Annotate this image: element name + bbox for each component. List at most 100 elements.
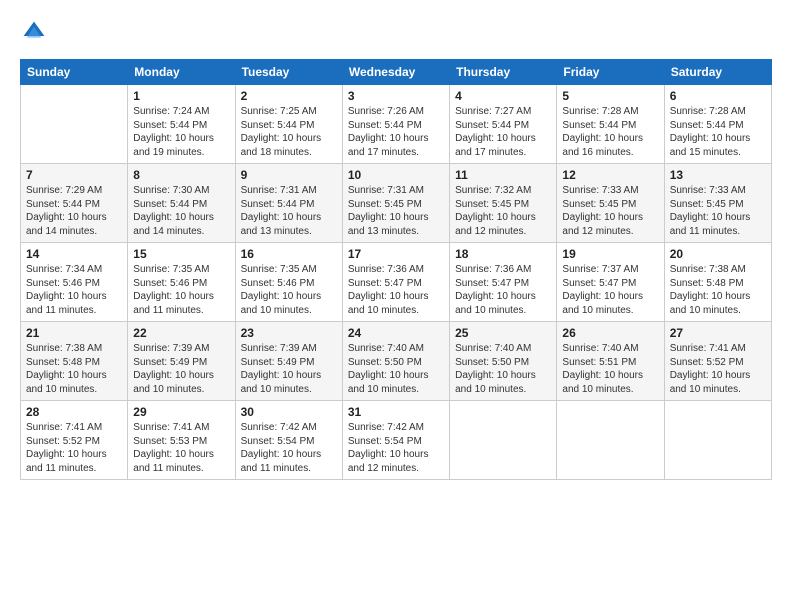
weekday-header-wednesday: Wednesday xyxy=(342,60,449,85)
calendar-cell xyxy=(557,401,664,480)
calendar-cell: 30 Sunrise: 7:42 AMSunset: 5:54 PMDayligh… xyxy=(235,401,342,480)
day-info: Sunrise: 7:33 AMSunset: 5:45 PMDaylight:… xyxy=(562,184,658,238)
weekday-header-monday: Monday xyxy=(128,60,235,85)
day-number: 21 xyxy=(26,326,122,340)
day-info: Sunrise: 7:41 AMSunset: 5:52 PMDaylight:… xyxy=(26,421,122,475)
calendar-cell: 15 Sunrise: 7:35 AMSunset: 5:46 PMDayligh… xyxy=(128,243,235,322)
day-number: 2 xyxy=(241,89,337,103)
day-number: 15 xyxy=(133,247,229,261)
day-info: Sunrise: 7:27 AMSunset: 5:44 PMDaylight:… xyxy=(455,105,551,159)
day-number: 29 xyxy=(133,405,229,419)
day-info: Sunrise: 7:32 AMSunset: 5:45 PMDaylight:… xyxy=(455,184,551,238)
calendar-table: SundayMondayTuesdayWednesdayThursdayFrid… xyxy=(20,59,772,480)
day-info: Sunrise: 7:26 AMSunset: 5:44 PMDaylight:… xyxy=(348,105,444,159)
day-number: 8 xyxy=(133,168,229,182)
day-info: Sunrise: 7:29 AMSunset: 5:44 PMDaylight:… xyxy=(26,184,122,238)
calendar-cell: 20 Sunrise: 7:38 AMSunset: 5:48 PMDayligh… xyxy=(664,243,771,322)
calendar-cell: 5 Sunrise: 7:28 AMSunset: 5:44 PMDaylight… xyxy=(557,85,664,164)
week-row-3: 14 Sunrise: 7:34 AMSunset: 5:46 PMDayligh… xyxy=(21,243,772,322)
calendar-cell: 26 Sunrise: 7:40 AMSunset: 5:51 PMDayligh… xyxy=(557,322,664,401)
calendar-cell: 2 Sunrise: 7:25 AMSunset: 5:44 PMDaylight… xyxy=(235,85,342,164)
day-info: Sunrise: 7:28 AMSunset: 5:44 PMDaylight:… xyxy=(670,105,766,159)
header xyxy=(20,20,772,49)
day-number: 30 xyxy=(241,405,337,419)
calendar-cell: 21Sunrise: 7:38 AMSunset: 5:48 PMDayligh… xyxy=(21,322,128,401)
day-number: 9 xyxy=(241,168,337,182)
week-row-1: 1 Sunrise: 7:24 AMSunset: 5:44 PMDaylight… xyxy=(21,85,772,164)
day-info: Sunrise: 7:36 AMSunset: 5:47 PMDaylight:… xyxy=(455,263,551,317)
day-number: 18 xyxy=(455,247,551,261)
day-number: 10 xyxy=(348,168,444,182)
day-info: Sunrise: 7:38 AMSunset: 5:48 PMDaylight:… xyxy=(670,263,766,317)
day-info: Sunrise: 7:39 AMSunset: 5:49 PMDaylight:… xyxy=(241,342,337,396)
day-info: Sunrise: 7:42 AMSunset: 5:54 PMDaylight:… xyxy=(348,421,444,475)
calendar-cell xyxy=(450,401,557,480)
weekday-header-friday: Friday xyxy=(557,60,664,85)
calendar-cell: 14 Sunrise: 7:34 AMSunset: 5:46 PMDayligh… xyxy=(21,243,128,322)
day-number: 31 xyxy=(348,405,444,419)
day-number: 12 xyxy=(562,168,658,182)
day-number: 20 xyxy=(670,247,766,261)
day-number: 5 xyxy=(562,89,658,103)
day-number: 4 xyxy=(455,89,551,103)
calendar-cell: 28 Sunrise: 7:41 AMSunset: 5:52 PMDayligh… xyxy=(21,401,128,480)
day-info: Sunrise: 7:25 AMSunset: 5:44 PMDaylight:… xyxy=(241,105,337,159)
day-info: Sunrise: 7:30 AMSunset: 5:44 PMDaylight:… xyxy=(133,184,229,238)
day-number: 14 xyxy=(26,247,122,261)
day-info: Sunrise: 7:39 AMSunset: 5:49 PMDaylight:… xyxy=(133,342,229,396)
day-info: Sunrise: 7:42 AMSunset: 5:54 PMDaylight:… xyxy=(241,421,337,475)
week-row-4: 21Sunrise: 7:38 AMSunset: 5:48 PMDayligh… xyxy=(21,322,772,401)
weekday-header-tuesday: Tuesday xyxy=(235,60,342,85)
day-info: Sunrise: 7:35 AMSunset: 5:46 PMDaylight:… xyxy=(133,263,229,317)
day-info: Sunrise: 7:37 AMSunset: 5:47 PMDaylight:… xyxy=(562,263,658,317)
week-row-2: 7 Sunrise: 7:29 AMSunset: 5:44 PMDaylight… xyxy=(21,164,772,243)
day-number: 7 xyxy=(26,168,122,182)
day-info: Sunrise: 7:35 AMSunset: 5:46 PMDaylight:… xyxy=(241,263,337,317)
weekday-header-row: SundayMondayTuesdayWednesdayThursdayFrid… xyxy=(21,60,772,85)
day-number: 17 xyxy=(348,247,444,261)
day-number: 19 xyxy=(562,247,658,261)
calendar-cell: 11 Sunrise: 7:32 AMSunset: 5:45 PMDayligh… xyxy=(450,164,557,243)
day-info: Sunrise: 7:31 AMSunset: 5:44 PMDaylight:… xyxy=(241,184,337,238)
calendar-cell xyxy=(664,401,771,480)
day-number: 22 xyxy=(133,326,229,340)
calendar-cell: 7 Sunrise: 7:29 AMSunset: 5:44 PMDaylight… xyxy=(21,164,128,243)
day-number: 1 xyxy=(133,89,229,103)
day-info: Sunrise: 7:28 AMSunset: 5:44 PMDaylight:… xyxy=(562,105,658,159)
day-info: Sunrise: 7:40 AMSunset: 5:51 PMDaylight:… xyxy=(562,342,658,396)
day-number: 28 xyxy=(26,405,122,419)
weekday-header-saturday: Saturday xyxy=(664,60,771,85)
calendar-cell: 3 Sunrise: 7:26 AMSunset: 5:44 PMDaylight… xyxy=(342,85,449,164)
day-info: Sunrise: 7:36 AMSunset: 5:47 PMDaylight:… xyxy=(348,263,444,317)
day-info: Sunrise: 7:41 AMSunset: 5:53 PMDaylight:… xyxy=(133,421,229,475)
logo xyxy=(20,20,46,49)
day-number: 16 xyxy=(241,247,337,261)
calendar-cell: 18 Sunrise: 7:36 AMSunset: 5:47 PMDayligh… xyxy=(450,243,557,322)
calendar-cell: 16 Sunrise: 7:35 AMSunset: 5:46 PMDayligh… xyxy=(235,243,342,322)
weekday-header-sunday: Sunday xyxy=(21,60,128,85)
day-number: 23 xyxy=(241,326,337,340)
calendar-cell: 6 Sunrise: 7:28 AMSunset: 5:44 PMDaylight… xyxy=(664,85,771,164)
calendar-cell: 25Sunrise: 7:40 AMSunset: 5:50 PMDayligh… xyxy=(450,322,557,401)
day-info: Sunrise: 7:31 AMSunset: 5:45 PMDaylight:… xyxy=(348,184,444,238)
day-number: 11 xyxy=(455,168,551,182)
day-info: Sunrise: 7:34 AMSunset: 5:46 PMDaylight:… xyxy=(26,263,122,317)
calendar-cell: 8 Sunrise: 7:30 AMSunset: 5:44 PMDaylight… xyxy=(128,164,235,243)
day-number: 3 xyxy=(348,89,444,103)
calendar-cell: 23 Sunrise: 7:39 AMSunset: 5:49 PMDayligh… xyxy=(235,322,342,401)
calendar-cell: 17 Sunrise: 7:36 AMSunset: 5:47 PMDayligh… xyxy=(342,243,449,322)
calendar-cell: 29 Sunrise: 7:41 AMSunset: 5:53 PMDayligh… xyxy=(128,401,235,480)
logo-icon xyxy=(22,20,46,44)
day-info: Sunrise: 7:41 AMSunset: 5:52 PMDaylight:… xyxy=(670,342,766,396)
week-row-5: 28 Sunrise: 7:41 AMSunset: 5:52 PMDayligh… xyxy=(21,401,772,480)
day-number: 26 xyxy=(562,326,658,340)
calendar-cell: 13Sunrise: 7:33 AMSunset: 5:45 PMDayligh… xyxy=(664,164,771,243)
page: SundayMondayTuesdayWednesdayThursdayFrid… xyxy=(0,0,792,612)
day-number: 6 xyxy=(670,89,766,103)
calendar-cell: 9 Sunrise: 7:31 AMSunset: 5:44 PMDaylight… xyxy=(235,164,342,243)
day-number: 27 xyxy=(670,326,766,340)
calendar-cell: 24Sunrise: 7:40 AMSunset: 5:50 PMDayligh… xyxy=(342,322,449,401)
day-info: Sunrise: 7:24 AMSunset: 5:44 PMDaylight:… xyxy=(133,105,229,159)
calendar-cell: 10 Sunrise: 7:31 AMSunset: 5:45 PMDayligh… xyxy=(342,164,449,243)
day-info: Sunrise: 7:40 AMSunset: 5:50 PMDaylight:… xyxy=(455,342,551,396)
